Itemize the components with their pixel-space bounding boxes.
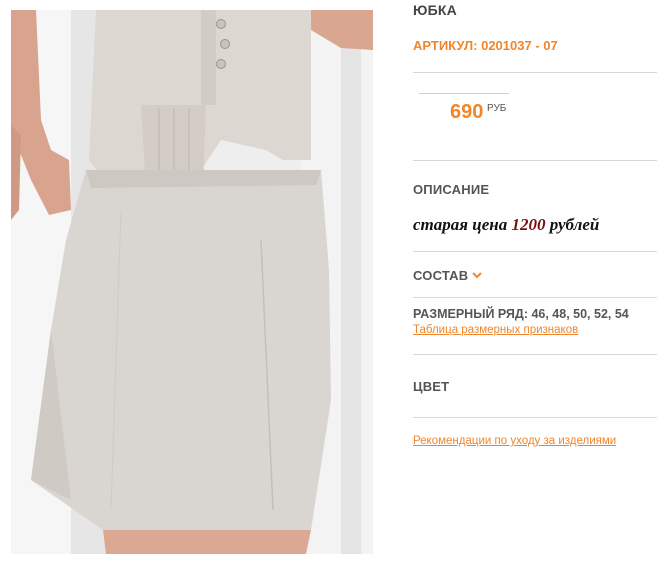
composition-toggle[interactable]: СОСТАВ	[413, 267, 483, 283]
divider	[413, 417, 657, 418]
product-photo[interactable]	[11, 10, 373, 554]
divider	[413, 72, 657, 73]
old-price-value: 1200	[511, 215, 546, 234]
chevron-down-icon	[472, 267, 483, 282]
divider	[413, 251, 657, 252]
size-range: РАЗМЕРНЫЙ РЯД: 46, 48, 50, 52, 54	[413, 307, 629, 321]
divider	[413, 160, 657, 161]
product-title: ЮБКА	[413, 2, 457, 18]
divider	[413, 297, 657, 298]
price-divider	[419, 93, 509, 94]
size-chart-link[interactable]: Таблица размерных признаков	[413, 324, 578, 336]
color-heading: ЦВЕТ	[413, 379, 450, 394]
care-instructions-link[interactable]: Рекомендации по уходу за изделиями	[413, 435, 616, 447]
description-heading: ОПИСАНИЕ	[413, 182, 490, 197]
old-price-prefix: старая цена	[413, 215, 512, 234]
old-price-suffix: рублей	[545, 215, 600, 234]
divider	[413, 354, 657, 355]
old-price-note: старая цена 1200 рублей	[413, 215, 599, 235]
product-sku: АРТИКУЛ: 0201037 - 07	[413, 38, 558, 53]
price-currency: РУБ	[487, 103, 507, 114]
composition-heading: СОСТАВ	[413, 268, 469, 283]
product-price: 690	[450, 101, 484, 123]
